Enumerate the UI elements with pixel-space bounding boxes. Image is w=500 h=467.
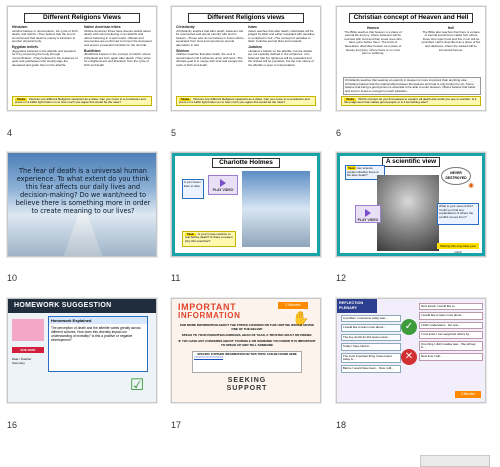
cross-icon: ✕ [401, 349, 417, 365]
check-icon: ✓ [401, 319, 417, 335]
bottom-banner: Sharing this may blow your mind! [437, 243, 479, 254]
slide-thumbnail-16[interactable]: HOMEWORK SUGGESTION Homework Explained T… [7, 298, 157, 403]
prompt-right-2[interactable]: I would like to learn more about... [419, 312, 483, 320]
slide-title: Different Religions views [188, 13, 304, 23]
slide-number: 16 [7, 420, 18, 430]
slide-title: Different Religions Views [24, 13, 140, 23]
slide-title: Christian concept of Heaven and Hell [349, 13, 473, 23]
text-islam: •Islam teaches that after death, individ… [248, 28, 315, 44]
homework-subtitle: Homework Explained [49, 317, 147, 324]
prompt-left-3[interactable]: The key words for this lesson were... [341, 333, 401, 342]
prompt-right-6[interactable]: Next time I will... [419, 353, 483, 361]
slide-number: 11 [171, 273, 181, 283]
slide-title: HOMEWORK SUGGESTION [8, 299, 156, 313]
prompt-right-3[interactable]: I didn't understand... but now... [419, 321, 483, 330]
right-column: Islam •Islam teaches that after death, i… [248, 25, 316, 68]
timer-badge: 2 Minutes [278, 302, 308, 309]
play-video-label: PLAY VIDEO [357, 218, 379, 222]
slide-title: A scientific view [382, 157, 440, 167]
advice-line-3: IF YOU HAVE ANY CONCERNS ABOUT YOURSELF … [178, 339, 316, 347]
text-buddhism: •Buddhists believe in the concept of reb… [84, 52, 151, 67]
slide-number: 4 [7, 128, 13, 138]
text-heaven: The Bible teaches that heaven is a place… [344, 29, 402, 56]
hell-section: Hell The Bible also teaches that there i… [421, 26, 481, 52]
slide-thumbnail-12[interactable]: A scientific view Task Can science expla… [336, 152, 486, 257]
discussion-quote: The fear of death is a universal human e… [15, 167, 151, 215]
task-box: Tasks Discuss one different Religions vie… [12, 96, 152, 106]
timer-badge: 3 Minutes [455, 391, 481, 398]
advice-line-1: FOR MORE INFORMATION ABOUT THE TOPICS CO… [179, 323, 315, 331]
slide-thumbnail-10[interactable]: The fear of death is a universal human e… [7, 152, 157, 257]
play-video-label: PLAY VIDEO [212, 188, 234, 192]
task-text: Which concept do you find easiest to exp… [344, 97, 477, 105]
slide-number: 17 [171, 420, 182, 430]
play-video-button[interactable]: PLAY VIDEO [355, 205, 381, 223]
slide-number: 5 [171, 128, 177, 138]
homework-image [12, 319, 44, 341]
slide-thumbnail-17[interactable]: IMPORTANT INFORMATION 2 Minutes ✋ FOR MO… [171, 298, 321, 403]
task-box: Tasks Discuss one different Religions vie… [176, 96, 316, 106]
prompt-left-6[interactable]: Before I would have been... Now I will..… [341, 365, 401, 373]
links-box: SPECIFIC FURTHER INFORMATION ON THIS TOP… [192, 351, 302, 373]
due-date-label: DUE DATE [12, 347, 44, 353]
slide-number: 18 [336, 420, 347, 430]
left-column: Christianity •Christianity teaches that … [176, 25, 244, 68]
right-column: Native American tribes •Native American … [84, 25, 152, 68]
left-prompts: A problem I overcame today was... I woul… [341, 315, 401, 373]
slide-thumbnail-5[interactable]: Different Religions views Christianity •… [171, 6, 321, 111]
next-slide-thumbnail-partial[interactable] [420, 455, 490, 467]
task-text: Discuss one different Religions viewpoin… [15, 97, 146, 105]
play-icon [365, 209, 371, 217]
prompt-left-1[interactable]: A problem I overcame today was... [341, 315, 401, 323]
prompt-left-4[interactable]: Today I have tried to... [341, 343, 401, 351]
prompt-right-4[interactable]: I now know I can supported others by... [419, 331, 483, 339]
play-icon [220, 179, 226, 187]
view-box: What is your view of this? Could you fin… [437, 203, 479, 225]
checklist-icon: ☑ [129, 377, 145, 394]
text-judaism: •Judaism's beliefs on the afterlife, but… [248, 48, 314, 67]
homework-body: The perception of death and the afterlif… [51, 326, 141, 342]
info-box: In your house / listen to video [182, 179, 204, 199]
text-christianity: •Christianity teaches that after death, … [176, 28, 244, 47]
exploding-head-icon: ✺ [468, 183, 474, 190]
slide-number: 10 [7, 273, 18, 283]
christian-teaching-box: Christianity teaches that seeking an ete… [343, 77, 481, 96]
stairs-image [63, 213, 103, 256]
information-heading: INFORMATION [178, 311, 241, 320]
prompt-left-5[interactable]: The most important thing I have learnt t… [341, 352, 401, 364]
heaven-section: Heaven The Bible teaches that heaven is … [343, 26, 403, 56]
text-sikhism: •Sikhism teaches that after death, the s… [176, 52, 243, 67]
slide-number: 6 [336, 128, 342, 138]
text-egyptian: •Egyptians believed in the afterlife and… [12, 48, 78, 67]
scientist-photo [377, 175, 439, 251]
text-hell: The Bible also teaches that there is a p… [421, 29, 481, 52]
slide-thumbnail-4[interactable]: Different Religions Views Hinduism •Hind… [7, 6, 157, 111]
slide-number: 12 [336, 273, 347, 283]
right-prompts: Next lesson I would like to... I would l… [419, 303, 483, 361]
footer-line-2: SUPPORT [226, 385, 268, 392]
slide-thumbnail-6[interactable]: Christian concept of Heaven and Hell Hea… [336, 6, 486, 111]
prompt-left-2[interactable]: I would like to learn more about... [341, 324, 401, 332]
footer-line-1: SEEKING [227, 377, 267, 384]
text-hinduism: •Hindus believe in reincarnation, the cy… [12, 28, 79, 44]
slide-title: REFLECTION PLENARY [337, 299, 377, 313]
advice-text: FOR MORE INFORMATION ABOUT THE TOPICS CO… [178, 323, 316, 347]
slide-title: Charlotte Holmes [212, 158, 280, 168]
play-video-button[interactable]: PLAY VIDEO [208, 175, 238, 195]
left-column: Hinduism •Hindus believe in reincarnatio… [12, 25, 80, 68]
prompt-right-1[interactable]: Next lesson I would like to... [419, 303, 483, 311]
task-box: Tasks Which concept do you find easiest t… [341, 96, 481, 106]
prompt-right-5[interactable]: One thing I didn't realise was... We wil… [419, 340, 483, 352]
link-placeholder[interactable]: ▭▭▭▭▭▭▭▭▭▭▭ [194, 355, 300, 359]
summary-label: Date / Teacher Summary [12, 357, 32, 365]
advice-line-2: SPEAK TO YOUR PARENTS/GUARDIANS, HEAD OF… [181, 333, 313, 337]
task-box: Task Is your house reaction to real befor… [182, 231, 236, 247]
stairs-to-heaven-image [242, 171, 310, 247]
homework-panel: Homework Explained The perception of dea… [48, 316, 148, 372]
slide-thumbnail-18[interactable]: REFLECTION PLENARY A problem I overcame … [336, 298, 486, 403]
task-text: Discuss one different Religions viewpoin… [179, 97, 310, 105]
slide-thumbnail-11[interactable]: Charlotte Holmes In your house / listen … [171, 152, 321, 257]
seeking-support-footer: SEEKING SUPPORT [207, 377, 287, 393]
text-native-american: •Native American tribes have diverse bel… [84, 28, 152, 47]
